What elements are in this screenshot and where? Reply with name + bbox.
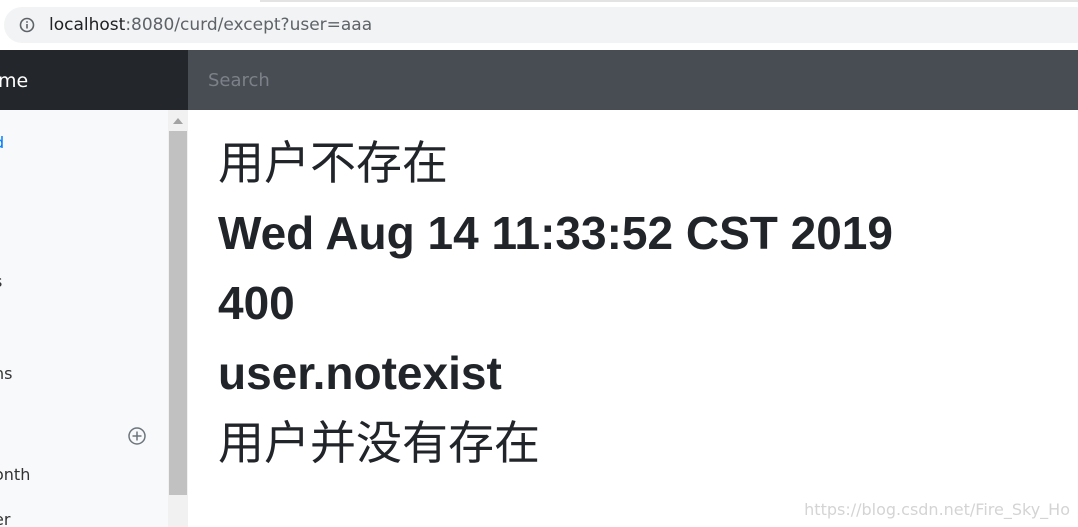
sidebar: d s ns onth er [0,110,168,527]
url-bar[interactable]: localhost:8080/curd/except?user=aaa [4,7,1078,43]
timestamp-line: Wed Aug 14 11:33:52 CST 2019 [218,207,893,259]
top-navbar: me [0,50,1078,110]
url-host: localhost [49,15,126,35]
sidebar-scrollbar[interactable] [168,110,188,527]
sidebar-item-3[interactable]: ns [0,364,12,384]
status-code-line: 400 [218,277,295,329]
tab-strip-edge [260,0,1078,2]
sidebar-item-dashboard[interactable]: d [0,133,4,153]
sidebar-item-5[interactable]: er [0,510,10,527]
watermark: https://blog.csdn.net/Fire_Sky_Ho [804,500,1070,519]
brand-label: me [0,70,29,92]
browser-address-bar: localhost:8080/curd/except?user=aaa [0,0,1078,50]
url-text[interactable]: localhost:8080/curd/except?user=aaa [49,15,372,35]
search-input[interactable] [188,50,1078,110]
main-content: 用户不存在 Wed Aug 14 11:33:52 CST 2019 400 u… [188,110,1078,527]
scrollbar-thumb[interactable] [169,131,187,495]
error-code-line: user.notexist [218,347,502,399]
scroll-up-arrow-icon[interactable] [173,118,183,124]
url-path: :8080/curd/except?user=aaa [125,15,373,35]
sidebar-item-2[interactable]: s [0,272,2,292]
sidebar-item-4[interactable]: onth [0,465,30,485]
add-circle-icon[interactable] [127,426,147,446]
navbar-brand[interactable]: me [0,50,188,110]
info-icon[interactable] [19,17,35,33]
message-line: 用户不存在 [218,137,448,189]
localized-message-line: 用户并没有存在 [218,417,540,469]
